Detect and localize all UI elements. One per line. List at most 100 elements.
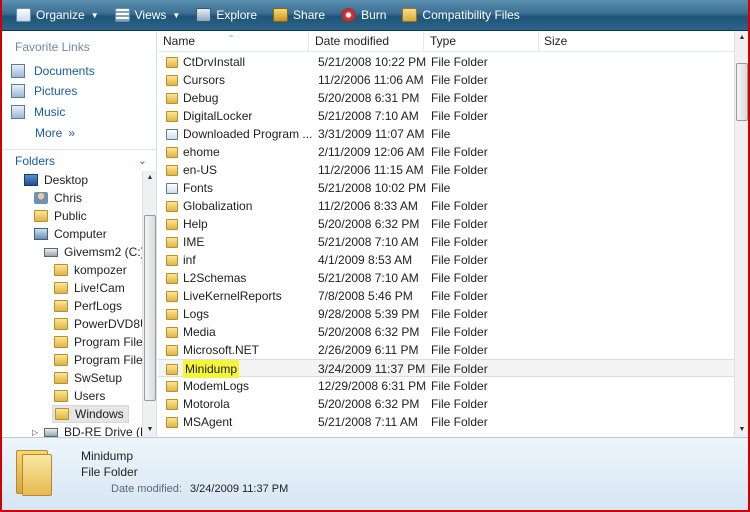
share-label: Share (293, 8, 326, 22)
burn-button[interactable]: Burn (335, 3, 392, 27)
file-row[interactable]: Media 5/20/2008 6:32 PM File Folder (158, 323, 734, 341)
file-name-cell: en-US (166, 161, 312, 179)
file-row[interactable]: ModemLogs 12/29/2008 6:31 PM File Folder (158, 377, 734, 395)
file-name: ehome (183, 145, 220, 159)
folder-icon (166, 380, 178, 392)
explore-icon (196, 8, 212, 22)
file-row[interactable]: IME 5/21/2008 7:10 AM File Folder (158, 233, 734, 251)
file-icon (166, 128, 178, 140)
tree-item-public[interactable]: Public (34, 207, 87, 225)
tree-item-swsetup[interactable]: SwSetup (54, 369, 122, 387)
file-name: IME (183, 235, 205, 249)
file-type: File Folder (431, 217, 488, 231)
scroll-up-arrow-icon[interactable]: ▲ (735, 31, 748, 45)
details-date-modified-value: 3/24/2009 11:37 PM (190, 483, 289, 495)
file-date: 5/20/2008 6:32 PM (318, 325, 420, 339)
file-row[interactable]: CtDrvInstall 5/21/2008 10:22 PM File Fol… (158, 53, 734, 71)
file-row-selected[interactable]: Minidump 3/24/2009 11:37 PM File Folder (158, 359, 734, 378)
organize-button[interactable]: Organize ▼ (10, 3, 105, 27)
file-date: 5/21/2008 7:10 AM (318, 235, 419, 249)
file-row[interactable]: Motorola 5/20/2008 6:32 PM File Folder (158, 395, 734, 413)
scroll-up-arrow-icon[interactable]: ▲ (143, 171, 157, 185)
folder-icon (166, 200, 178, 212)
file-row[interactable]: Cursors 11/2/2006 11:06 AM File Folder (158, 71, 734, 89)
file-row[interactable]: inf 4/1/2009 8:53 AM File Folder (158, 251, 734, 269)
compatibility-files-button[interactable]: Compatibility Files (396, 3, 525, 27)
folder-tree-scrollbar[interactable]: ▲ ▼ (142, 171, 156, 437)
file-row[interactable]: Debug 5/20/2008 6:31 PM File Folder (158, 89, 734, 107)
folder-icon (166, 110, 178, 122)
file-type: File Folder (431, 235, 488, 249)
share-button[interactable]: Share (267, 3, 331, 27)
more-label: More (35, 126, 63, 140)
tree-item-perflogs[interactable]: PerfLogs (54, 297, 122, 315)
file-type: File Folder (431, 397, 488, 411)
folder-icon (166, 74, 178, 86)
file-name-cell: ehome (166, 143, 312, 161)
file-type: File Folder (431, 343, 488, 357)
file-row[interactable]: Microsoft.NET 2/26/2009 6:11 PM File Fol… (158, 341, 734, 359)
folders-toggle[interactable]: Folders ⌄ (2, 149, 156, 171)
file-type: File Folder (431, 271, 488, 285)
file-date: 3/24/2009 11:37 PM (318, 362, 426, 376)
favorite-link-music[interactable]: Music (11, 103, 65, 121)
details-date-modified-label: Date modified: (111, 483, 182, 495)
column-header-size[interactable]: Size (539, 31, 734, 52)
tree-item-program-files[interactable]: Program Files (54, 333, 142, 351)
column-header-type[interactable]: Type (425, 31, 539, 52)
scroll-down-arrow-icon[interactable]: ▼ (143, 423, 157, 437)
file-row[interactable]: L2Schemas 5/21/2008 7:10 AM File Folder (158, 269, 734, 287)
tree-item-users[interactable]: Users (54, 387, 105, 405)
tree-item-program-files-x86[interactable]: Program Files (54, 351, 142, 369)
tree-item-chris[interactable]: Chris (34, 189, 82, 207)
file-type: File Folder (431, 362, 488, 376)
file-name: DigitalLocker (183, 109, 253, 123)
tree-item-livecam[interactable]: Live!Cam (54, 279, 125, 297)
expand-arrow-icon[interactable]: ▷ (32, 428, 42, 437)
tree-item-kompozer[interactable]: kompozer (54, 261, 127, 279)
folder-icon (166, 236, 178, 248)
views-label: Views (134, 8, 167, 22)
file-row[interactable]: en-US 11/2/2006 11:15 AM File Folder (158, 161, 734, 179)
favorite-links-more[interactable]: More » (35, 124, 75, 142)
file-row[interactable]: Fonts 5/21/2008 10:02 PM File (158, 179, 734, 197)
scrollbar-thumb[interactable] (144, 215, 156, 401)
tree-item-powerdvd8u[interactable]: PowerDVD8U (54, 315, 142, 333)
column-header-label: Date modified (315, 34, 390, 48)
tree-item-windows[interactable]: Windows (52, 405, 129, 423)
file-name-cell: Logs (166, 305, 312, 323)
documents-icon (11, 64, 25, 78)
tree-item-label: Program Files (74, 353, 142, 367)
scroll-down-arrow-icon[interactable]: ▼ (735, 423, 748, 437)
file-name: Cursors (183, 73, 226, 87)
views-button[interactable]: Views ▼ (109, 3, 187, 27)
file-row[interactable]: Help 5/20/2008 6:32 PM File Folder (158, 215, 734, 233)
tree-item-bd-re-drive[interactable]: ▷ BD-RE Drive (D:) (32, 423, 142, 437)
file-row[interactable]: LiveKernelReports 7/8/2008 5:46 PM File … (158, 287, 734, 305)
folder-icon (166, 272, 178, 284)
file-date: 5/20/2008 6:31 PM (318, 91, 420, 105)
file-row[interactable]: ehome 2/11/2009 12:06 AM File Folder (158, 143, 734, 161)
favorite-link-documents[interactable]: Documents (11, 62, 95, 80)
explore-button[interactable]: Explore (190, 3, 263, 27)
details-item-type: File Folder (81, 465, 138, 479)
share-icon (273, 8, 289, 22)
file-date: 7/8/2008 5:46 PM (318, 289, 413, 303)
file-row[interactable]: Logs 9/28/2008 5:39 PM File Folder (158, 305, 734, 323)
favorite-link-pictures[interactable]: Pictures (11, 82, 77, 100)
file-row[interactable]: DigitalLocker 5/21/2008 7:10 AM File Fol… (158, 107, 734, 125)
file-list-scrollbar[interactable]: ▲ ▼ (734, 31, 748, 437)
scrollbar-thumb[interactable] (736, 63, 748, 121)
tree-item-computer[interactable]: Computer (34, 225, 107, 243)
column-header-date-modified[interactable]: Date modified (310, 31, 424, 52)
column-header-name[interactable]: ⌃ Name (158, 31, 309, 52)
tree-item-drive-c[interactable]: Givemsm2 (C:) (44, 243, 142, 261)
tree-item-label: kompozer (74, 263, 127, 277)
file-row[interactable]: Globalization 11/2/2006 8:33 AM File Fol… (158, 197, 734, 215)
file-row[interactable]: MSAgent 5/21/2008 7:11 AM File Folder (158, 413, 734, 431)
file-type: File Folder (431, 199, 488, 213)
explore-label: Explore (216, 8, 258, 22)
file-name: en-US (183, 163, 218, 177)
file-row[interactable]: Downloaded Program ... 3/31/2009 11:07 A… (158, 125, 734, 143)
tree-item-desktop[interactable]: Desktop (24, 171, 88, 189)
